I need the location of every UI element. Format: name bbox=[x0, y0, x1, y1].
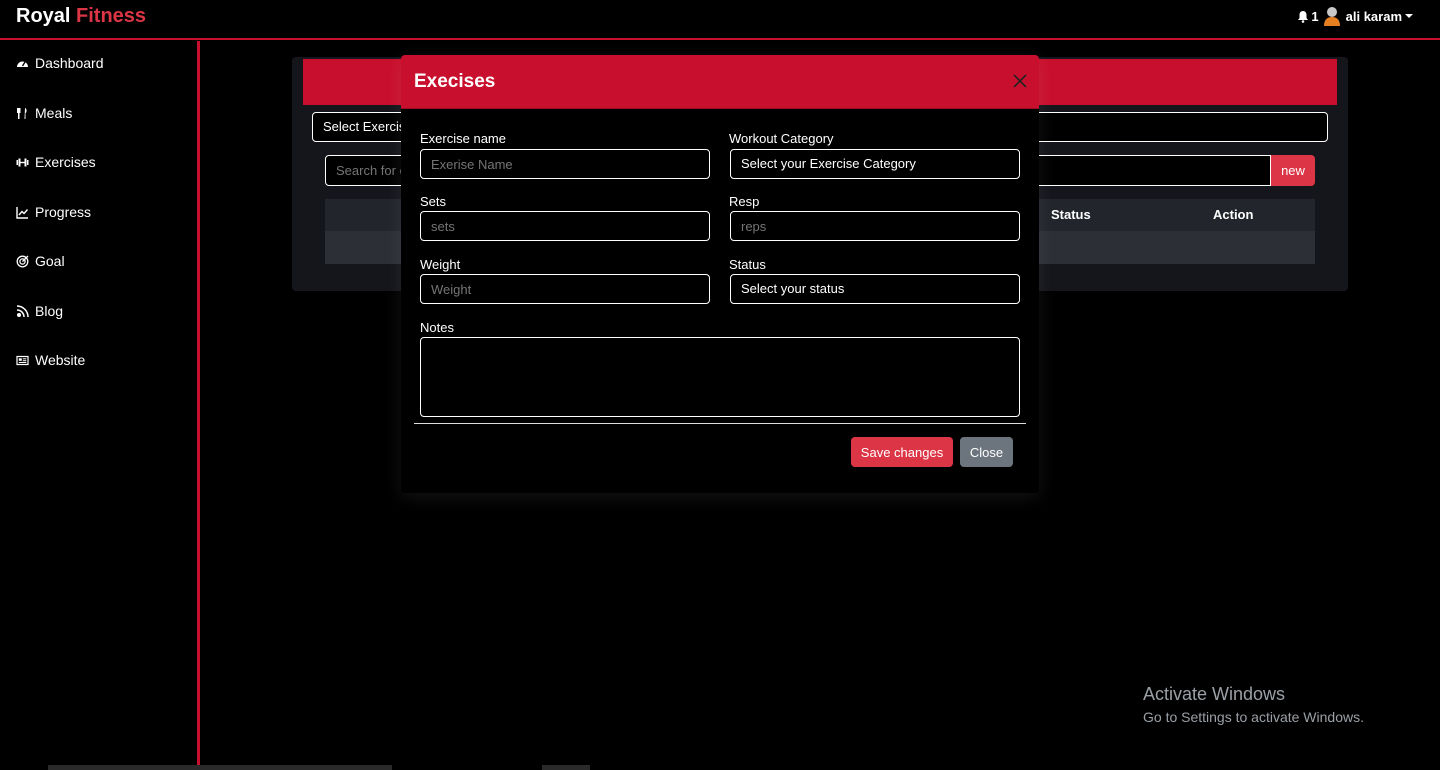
newspaper-icon bbox=[16, 355, 29, 365]
sidebar-item-label: Blog bbox=[35, 303, 64, 319]
horizontal-scrollbar[interactable] bbox=[48, 765, 392, 770]
activation-watermark: Activate Windows Go to Settings to activ… bbox=[1143, 684, 1364, 725]
caret-down-icon[interactable] bbox=[1404, 12, 1414, 20]
modal-divider bbox=[414, 423, 1026, 424]
sets-input[interactable] bbox=[420, 211, 710, 241]
sidebar: Dashboard Meals Exercises Progress Goal … bbox=[0, 41, 200, 770]
sidebar-item-goal[interactable]: Goal bbox=[16, 253, 65, 269]
avatar[interactable] bbox=[1323, 6, 1341, 26]
sidebar-item-exercises[interactable]: Exercises bbox=[16, 154, 96, 170]
chart-line-icon bbox=[16, 206, 29, 219]
modal-header: Execises bbox=[401, 55, 1039, 109]
column-header-action: Action bbox=[1213, 207, 1254, 222]
brand-logo[interactable]: Royal Fitness bbox=[16, 5, 146, 28]
gauge-icon bbox=[17, 61, 28, 67]
sidebar-item-meals[interactable]: Meals bbox=[16, 105, 72, 121]
watermark-title: Activate Windows bbox=[1143, 684, 1286, 704]
modal-title: Execises bbox=[414, 71, 496, 92]
sidebar-item-label: Exercises bbox=[35, 154, 96, 170]
blog-icon bbox=[16, 304, 29, 317]
status-select[interactable]: Select your status bbox=[730, 274, 1020, 304]
new-button[interactable]: new bbox=[1271, 155, 1315, 186]
notes-label: Notes bbox=[420, 320, 454, 335]
dumbbell-icon bbox=[16, 158, 29, 166]
target-icon bbox=[16, 255, 29, 267]
brand-name-fitness: Fitness bbox=[76, 5, 147, 27]
user-name[interactable]: ali karam bbox=[1346, 9, 1402, 24]
notification-count: 1 bbox=[1311, 8, 1319, 24]
exercise-modal: Execises Exercise name Workout Category … bbox=[401, 55, 1039, 493]
user-area: 1 ali karam bbox=[1297, 6, 1414, 26]
sidebar-item-label: Progress bbox=[35, 204, 92, 220]
sidebar-item-blog[interactable]: Blog bbox=[16, 303, 63, 319]
reps-input[interactable] bbox=[730, 211, 1020, 241]
sets-label: Sets bbox=[420, 194, 447, 209]
close-icon[interactable] bbox=[1011, 72, 1029, 90]
save-button[interactable]: Save changes bbox=[851, 437, 953, 467]
watermark-subtitle: Go to Settings to activate Windows. bbox=[1143, 709, 1364, 725]
brand-name-royal: Royal bbox=[16, 5, 71, 27]
top-navbar: Royal Fitness 1 ali karam bbox=[0, 0, 1440, 40]
sidebar-item-label: Dashboard bbox=[35, 55, 104, 71]
column-header-status: Status bbox=[1051, 207, 1091, 222]
close-button[interactable]: Close bbox=[960, 437, 1013, 467]
weight-input[interactable] bbox=[420, 274, 710, 304]
weight-label: Weight bbox=[420, 257, 461, 272]
exercise-name-label: Exercise name bbox=[420, 131, 506, 146]
sidebar-item-progress[interactable]: Progress bbox=[16, 204, 91, 220]
sidebar-item-label: Meals bbox=[35, 105, 73, 121]
horizontal-scrollbar-thumb[interactable] bbox=[542, 765, 590, 770]
exercise-name-input[interactable] bbox=[420, 149, 710, 179]
sidebar-item-dashboard[interactable]: Dashboard bbox=[16, 55, 104, 71]
sidebar-item-label: Goal bbox=[35, 253, 65, 269]
status-label: Status bbox=[729, 257, 766, 272]
notes-textarea[interactable] bbox=[420, 337, 1020, 417]
sidebar-item-label: Website bbox=[35, 352, 86, 368]
utensils-icon bbox=[17, 107, 27, 119]
bell-icon[interactable] bbox=[1297, 10, 1309, 23]
sidebar-item-website[interactable]: Website bbox=[16, 352, 85, 368]
workout-category-label: Workout Category bbox=[729, 131, 834, 146]
workout-category-select[interactable]: Select your Exercise Category bbox=[730, 149, 1020, 179]
reps-label: Resp bbox=[729, 194, 760, 209]
